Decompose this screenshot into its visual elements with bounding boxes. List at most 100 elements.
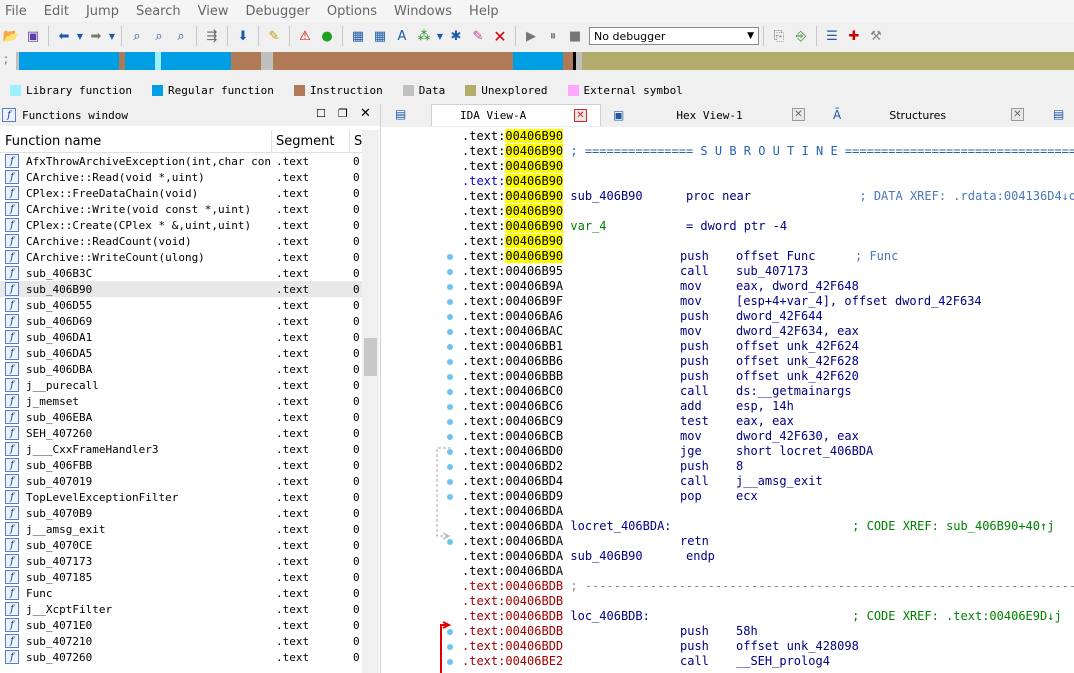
float-icon[interactable]: ☐ xyxy=(316,107,326,120)
breakpoint-dot[interactable] xyxy=(447,539,453,545)
breakpoint-icon[interactable]: ✚ xyxy=(844,26,864,46)
back-icon[interactable]: ⬅ xyxy=(54,26,74,46)
code-line[interactable]: .text:00406BC9 test eax, eax xyxy=(462,414,1074,429)
delete-icon[interactable]: ✕ xyxy=(490,26,510,46)
code-line[interactable]: .text:00406B90 push offset Func ; Func xyxy=(462,249,1074,264)
code-line[interactable]: .text:00406B90 xyxy=(462,174,1074,189)
function-row[interactable]: f sub_406EBA .text 0 xyxy=(0,409,362,425)
code-line[interactable]: .text:00406B9A mov eax, dword_42F648 xyxy=(462,279,1074,294)
back-dropdown-icon[interactable]: ▼ xyxy=(76,26,84,46)
code-line[interactable]: .text:00406BDB xyxy=(462,594,1074,609)
breakpoint-dot[interactable] xyxy=(447,419,453,425)
breakpoint-dot[interactable] xyxy=(447,299,453,305)
function-row[interactable]: f j__purecall .text 0 xyxy=(0,377,362,393)
menu-edit[interactable]: Edit xyxy=(39,4,69,19)
code-line[interactable]: .text:00406BDA xyxy=(462,504,1074,519)
breakpoint-dot[interactable] xyxy=(447,404,453,410)
code-line[interactable]: .text:00406B90 xyxy=(462,159,1074,174)
xref-comment[interactable]: ; CODE XREF: sub_406B90+40↑j xyxy=(672,519,1054,533)
breakpoint-dot[interactable] xyxy=(447,344,453,350)
function-row[interactable]: f sub_406FBB .text 0 xyxy=(0,457,362,473)
debugger-select[interactable]: No debugger ▼ xyxy=(589,27,759,45)
function-row[interactable]: f sub_406B3C .text 0 xyxy=(0,265,362,281)
code-line[interactable]: .text:00406BBB push offset unk_42F620 xyxy=(462,369,1074,384)
code-line[interactable]: .text:00406B9F mov [esp+4+var_4], offset d… xyxy=(462,294,1074,309)
code-line[interactable]: .text:00406B90 xyxy=(462,234,1074,249)
code-line[interactable]: .text:00406BDD push offset unk_428098 xyxy=(462,639,1074,654)
xref-comment[interactable]: ; CODE XREF: .text:00406E9D↓j xyxy=(650,609,1062,623)
run-icon[interactable]: ● xyxy=(317,26,337,46)
functions-scrollbar[interactable] xyxy=(362,130,379,673)
code-line[interactable]: .text:00406B90 var_4 = dword ptr -4 xyxy=(462,219,1074,234)
breakpoint-dot[interactable] xyxy=(447,494,453,500)
ida-view-a[interactable]: .text:00406B90 .text:00406B90 ; =========… xyxy=(381,127,1074,673)
function-row[interactable]: f sub_406DA1 .text 0 xyxy=(0,329,362,345)
function-row[interactable]: f j__amsg_exit .text 0 xyxy=(0,521,362,537)
function-row[interactable]: f sub_4070CE .text 0 xyxy=(0,537,362,553)
hex-search-icon[interactable]: ⌕ xyxy=(171,26,191,46)
xref-icon[interactable]: ✱ xyxy=(446,26,466,46)
function-row[interactable]: f TopLevelExceptionFilter .text 0 xyxy=(0,489,362,505)
code-line[interactable]: .text:00406BDA retn xyxy=(462,534,1074,549)
code-line[interactable]: .text:00406BCB mov dword_42F630, eax xyxy=(462,429,1074,444)
forward-dropdown-icon[interactable]: ▼ xyxy=(108,26,116,46)
function-row[interactable]: f CArchive::ReadCount(void) .text 0 xyxy=(0,233,362,249)
breakpoint-dot[interactable] xyxy=(447,644,453,650)
function-row[interactable]: f CArchive::Write(void const *,uint) .text… xyxy=(0,201,362,217)
menu-debugger[interactable]: Debugger xyxy=(240,4,309,19)
breakpoint-dot[interactable] xyxy=(447,479,453,485)
code-line[interactable]: .text:00406BDA locret_406BDA: ; CODE XRE… xyxy=(462,519,1074,534)
save-icon[interactable]: ▣ xyxy=(23,26,43,46)
stop-icon[interactable]: ■ xyxy=(565,26,585,46)
menu-jump[interactable]: Jump xyxy=(81,4,119,19)
code-line[interactable]: .text:00406B95 call sub_407173 xyxy=(462,264,1074,279)
detach-icon[interactable]: ⎆ xyxy=(791,26,811,46)
function-row[interactable]: f j_memset .text 0 xyxy=(0,393,362,409)
forward-icon[interactable]: ➡ xyxy=(86,26,106,46)
function-row[interactable]: f sub_407260 .text 0 xyxy=(0,649,362,665)
code-icon[interactable]: ▦ xyxy=(348,26,368,46)
function-row[interactable]: f sub_406B90 .text 0 xyxy=(0,281,362,297)
function-row[interactable]: f CArchive::WriteCount(ulong) .text 0 xyxy=(0,249,362,265)
tools-icon[interactable]: ⚒ xyxy=(866,26,886,46)
string-icon[interactable]: A xyxy=(392,26,412,46)
navigation-strip[interactable] xyxy=(16,52,1074,70)
binary-search-icon[interactable]: ⌕ xyxy=(127,26,147,46)
tab-ida-view-a[interactable]: IDA View-A ✕ xyxy=(431,104,601,126)
menu-search[interactable]: Search xyxy=(131,4,181,19)
pause-icon[interactable]: ⏸ xyxy=(543,26,563,46)
breakpoint-dot[interactable] xyxy=(447,434,453,440)
breakpoint-dot[interactable] xyxy=(447,389,453,395)
menu-view[interactable]: View xyxy=(193,4,229,19)
function-row[interactable]: f sub_4070B9 .text 0 xyxy=(0,505,362,521)
function-row[interactable]: f sub_406D69 .text 0 xyxy=(0,313,362,329)
function-row[interactable]: f sub_407210 .text 0 xyxy=(0,633,362,649)
code-line[interactable]: .text:00406BDA sub_406B90 endp xyxy=(462,549,1074,564)
breakpoint-dot[interactable] xyxy=(447,629,453,635)
code-line[interactable]: .text:00406BE2 call __SEH_prolog4 xyxy=(462,654,1074,669)
code-line[interactable]: .text:00406BC0 call ds:__getmainargs xyxy=(462,384,1074,399)
xref-comment[interactable]: ; DATA XREF: .rdata:004136D4↓o xyxy=(751,189,1074,203)
close-tab-icon[interactable]: ✕ xyxy=(792,108,805,121)
breakpoint-dot[interactable] xyxy=(447,659,453,665)
code-line[interactable]: .text:00406BD2 push 8 xyxy=(462,459,1074,474)
column-function-name[interactable]: Function name xyxy=(5,134,101,149)
patch-icon[interactable]: ✎ xyxy=(468,26,488,46)
function-row[interactable]: f CArchive::Read(void *,uint) .text 0 xyxy=(0,169,362,185)
code-line[interactable]: .text:00406BB1 push offset unk_42F624 xyxy=(462,339,1074,354)
code-line[interactable]: .text:00406B90 xyxy=(462,129,1074,144)
mark-icon[interactable]: ✎ xyxy=(264,26,284,46)
struct-dropdown-icon[interactable]: ▼ xyxy=(436,26,444,46)
breakpoint-dot[interactable] xyxy=(447,359,453,365)
breakpoint-dot[interactable] xyxy=(447,284,453,290)
breakpoint-dot[interactable] xyxy=(447,374,453,380)
code-line[interactable]: .text:00406BC6 add esp, 14h xyxy=(462,399,1074,414)
code-line[interactable]: .text:00406BD0 jge short locret_406BDA xyxy=(462,444,1074,459)
close-tab-icon[interactable]: ✕ xyxy=(1011,108,1024,121)
function-row[interactable]: f sub_407185 .text 0 xyxy=(0,569,362,585)
function-row[interactable]: f AfxThrowArchiveException(int,char cons…… xyxy=(0,153,362,169)
breakpoint-dot[interactable] xyxy=(447,314,453,320)
function-row[interactable]: f Func .text 0 xyxy=(0,585,362,601)
code-line[interactable]: .text:00406BD9 pop ecx xyxy=(462,489,1074,504)
menu-help[interactable]: Help xyxy=(464,4,499,19)
